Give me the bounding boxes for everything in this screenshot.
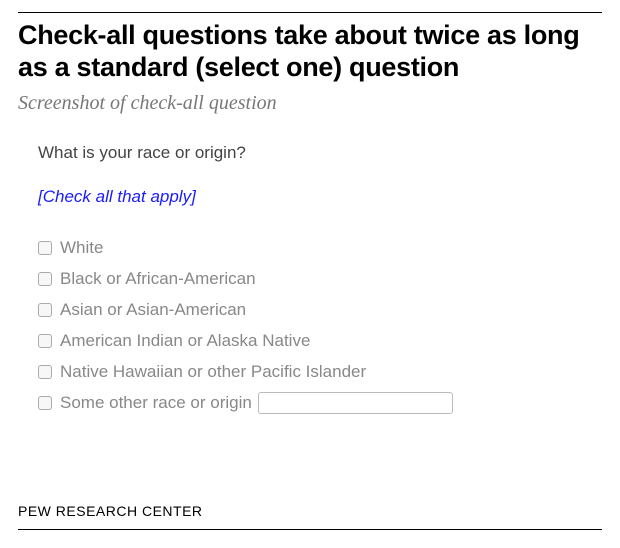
footer-area: PEW RESEARCH CENTER	[18, 503, 602, 530]
other-race-input[interactable]	[258, 392, 453, 414]
checkbox-icon[interactable]	[38, 365, 52, 379]
option-label: Asian or Asian-American	[60, 300, 246, 320]
option-row[interactable]: Native Hawaiian or other Pacific Islande…	[38, 361, 602, 383]
option-row[interactable]: Asian or Asian-American	[38, 299, 602, 321]
option-label: Some other race or origin	[60, 393, 252, 413]
checkbox-icon[interactable]	[38, 272, 52, 286]
chart-title: Check-all questions take about twice as …	[18, 19, 602, 84]
option-row[interactable]: Black or African-American	[38, 268, 602, 290]
option-label: Black or African-American	[60, 269, 256, 289]
source-label: PEW RESEARCH CENTER	[18, 503, 602, 519]
option-row[interactable]: Some other race or origin	[38, 392, 602, 414]
top-rule	[18, 12, 602, 13]
survey-instruction: [Check all that apply]	[38, 187, 602, 207]
checkbox-icon[interactable]	[38, 241, 52, 255]
checkbox-icon[interactable]	[38, 396, 52, 410]
survey-question: What is your race or origin?	[38, 143, 602, 163]
checkbox-icon[interactable]	[38, 303, 52, 317]
option-label: Native Hawaiian or other Pacific Islande…	[60, 362, 366, 382]
option-label: American Indian or Alaska Native	[60, 331, 310, 351]
option-row[interactable]: American Indian or Alaska Native	[38, 330, 602, 352]
chart-subtitle: Screenshot of check-all question	[18, 92, 602, 115]
bottom-rule	[18, 529, 602, 530]
survey-area: What is your race or origin? [Check all …	[18, 143, 602, 414]
option-row[interactable]: White	[38, 237, 602, 259]
checkbox-icon[interactable]	[38, 334, 52, 348]
option-label: White	[60, 238, 103, 258]
